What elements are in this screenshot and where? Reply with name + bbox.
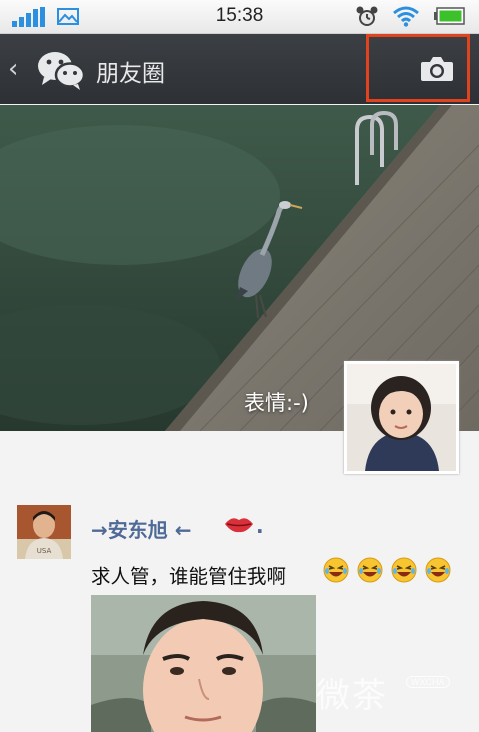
laugh-emoji <box>425 557 451 583</box>
laugh-emoji <box>391 557 417 583</box>
cover-user-name[interactable]: 表情:-) <box>244 387 309 417</box>
battery-icon <box>434 7 465 25</box>
post-author-name[interactable]: →安东旭 ← <box>91 514 191 543</box>
laugh-emoji <box>357 557 383 583</box>
watermark-text: 微茶 <box>316 676 388 716</box>
watermark-sub: WXCHA <box>406 676 450 688</box>
wifi-icon <box>393 6 419 27</box>
svg-text:USA: USA <box>37 547 52 555</box>
watermark: 微茶 WXCHA <box>316 668 466 716</box>
post-author-avatar[interactable]: USA <box>17 505 71 559</box>
camera-button[interactable] <box>366 34 470 102</box>
post-text: 求人管，谁能管住我啊 <box>91 565 287 588</box>
camera-icon[interactable] <box>420 56 454 82</box>
post-photo[interactable] <box>91 595 316 732</box>
chevron-left-icon[interactable]: ‹ <box>8 54 26 84</box>
page-title: 朋友圈 <box>96 61 165 87</box>
alarm-icon <box>356 6 378 26</box>
wechat-logo-icon <box>38 52 86 90</box>
navigation-bar: ‹ 朋友圈 <box>0 34 479 104</box>
laugh-emoji <box>323 557 349 583</box>
profile-avatar[interactable] <box>344 361 459 474</box>
post-emoji-row <box>323 557 454 585</box>
lips-icon <box>225 518 253 533</box>
post-author-suffix: . <box>256 514 264 538</box>
status-bar: 15:38 <box>0 0 479 34</box>
